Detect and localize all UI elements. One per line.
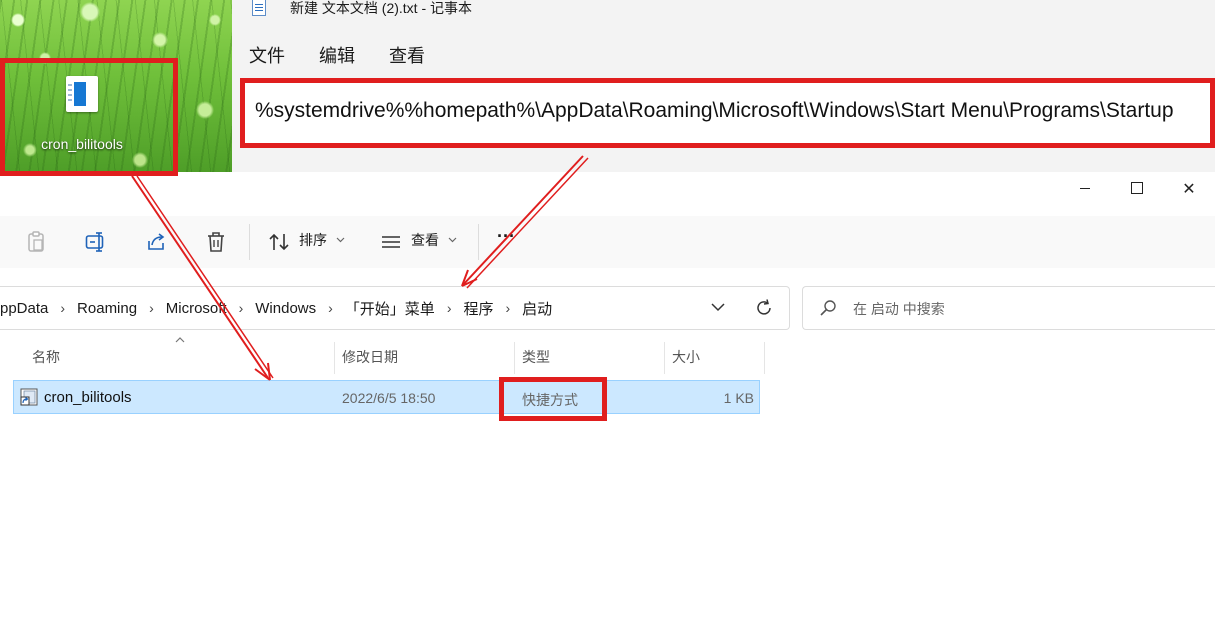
chevron-right-icon: › — [446, 300, 452, 316]
column-size[interactable]: 大小 — [672, 347, 700, 367]
rename-icon[interactable] — [79, 226, 113, 258]
file-type: 快捷方式 — [522, 392, 578, 408]
column-divider[interactable] — [334, 342, 335, 374]
column-divider[interactable] — [664, 342, 665, 374]
chevron-down-icon[interactable] — [709, 298, 727, 316]
desktop-shortcut-label: cron_bilitools — [41, 136, 123, 152]
breadcrumb-programs[interactable]: 程序 — [463, 298, 493, 319]
file-row[interactable]: cron_bilitools 2022/6/5 18:50 快捷方式 1 KB — [13, 380, 760, 414]
sort-button[interactable]: 排序 — [299, 230, 327, 250]
breadcrumb-windows[interactable]: Windows — [255, 300, 316, 317]
search-icon — [820, 300, 836, 316]
menu-edit[interactable]: 编辑 — [319, 42, 355, 68]
toolbar-divider — [478, 224, 479, 260]
column-headers: 名称 修改日期 类型 大小 — [0, 337, 770, 374]
minimize-button[interactable] — [1059, 172, 1111, 204]
view-chevron-icon — [448, 237, 457, 243]
shortcut-file-icon — [20, 388, 38, 406]
more-options-button[interactable]: ··· — [497, 226, 515, 247]
notepad-window: 新建 文本文档 (2).txt - 记事本 文件 编辑 查看 %systemdr… — [232, 0, 1215, 172]
command-bar: 排序 查看 ··· — [0, 216, 1215, 268]
file-name: cron_bilitools — [44, 389, 132, 406]
breadcrumb: ppData › Roaming › Microsoft › Windows ›… — [0, 287, 552, 329]
close-button[interactable]: ✕ — [1163, 172, 1215, 204]
chevron-right-icon: › — [505, 300, 511, 316]
column-type[interactable]: 类型 — [522, 347, 550, 367]
notepad-editor[interactable]: %systemdrive%%homepath%\AppData\Roaming\… — [240, 78, 1215, 148]
notepad-text[interactable]: %systemdrive%%homepath%\AppData\Roaming\… — [255, 99, 1174, 123]
chevron-right-icon: › — [60, 300, 66, 316]
chevron-right-icon: › — [149, 300, 154, 316]
breadcrumb-start-menu[interactable]: 「开始」菜单 — [345, 298, 435, 319]
view-icon[interactable] — [374, 226, 408, 258]
menu-file[interactable]: 文件 — [249, 42, 285, 68]
paste-icon[interactable] — [19, 226, 53, 258]
refresh-icon[interactable] — [754, 298, 774, 318]
column-divider[interactable] — [764, 342, 765, 374]
file-explorer-window: ✕ 排序 查看 ··· ppData › Roaming › Microsoft… — [0, 172, 1215, 642]
maximize-button[interactable] — [1111, 172, 1163, 204]
window-controls: ✕ — [1059, 172, 1215, 204]
search-box[interactable]: 在 启动 中搜索 — [802, 286, 1215, 330]
sort-icon[interactable] — [262, 226, 296, 258]
screenshot-stage: cron_bilitools 新建 文本文档 (2).txt - 记事本 文件 … — [0, 0, 1215, 642]
desktop-wallpaper: cron_bilitools — [0, 0, 232, 172]
chevron-right-icon: › — [238, 300, 244, 316]
breadcrumb-startup[interactable]: 启动 — [522, 298, 552, 319]
breadcrumb-roaming[interactable]: Roaming — [77, 300, 137, 317]
notepad-menubar: 文件 编辑 查看 — [249, 42, 425, 68]
search-placeholder: 在 启动 中搜索 — [853, 301, 945, 317]
breadcrumb-microsoft[interactable]: Microsoft — [166, 300, 227, 317]
sort-chevron-icon — [336, 237, 345, 243]
notepad-icon — [252, 0, 266, 16]
column-divider[interactable] — [514, 342, 515, 374]
file-modified: 2022/6/5 18:50 — [342, 390, 436, 406]
chevron-right-icon: › — [328, 300, 333, 316]
desktop-shortcut[interactable]: cron_bilitools — [22, 74, 142, 152]
document-icon — [60, 74, 104, 114]
address-bar[interactable]: ppData › Roaming › Microsoft › Windows ›… — [0, 286, 790, 330]
column-name[interactable]: 名称 — [32, 347, 60, 367]
column-modified[interactable]: 修改日期 — [342, 347, 398, 367]
view-button[interactable]: 查看 — [411, 230, 439, 250]
notepad-title: 新建 文本文档 (2).txt - 记事本 — [290, 0, 472, 16]
sort-ascending-icon — [175, 337, 185, 343]
toolbar-divider — [249, 224, 250, 260]
delete-icon[interactable] — [199, 226, 233, 258]
menu-view[interactable]: 查看 — [389, 42, 425, 68]
file-size: 1 KB — [723, 390, 754, 406]
share-icon[interactable] — [139, 226, 173, 258]
breadcrumb-appdata[interactable]: ppData — [0, 300, 48, 317]
